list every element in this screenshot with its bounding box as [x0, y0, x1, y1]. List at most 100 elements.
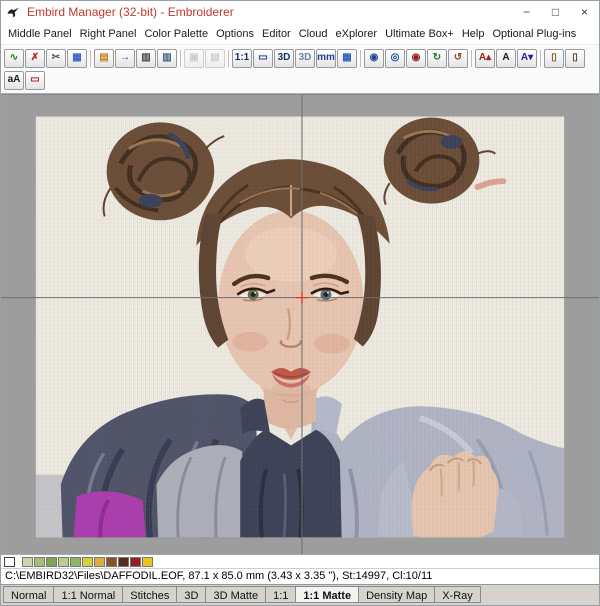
toolbar-group-misc: ▯▯ [544, 49, 585, 68]
palette-cell-empty[interactable] [4, 557, 15, 567]
view-3d-plus-icon[interactable]: 3D [295, 49, 315, 68]
menu-ultimate-box[interactable]: Ultimate Box+ [381, 26, 458, 42]
tab-1-1[interactable]: 1:1 [265, 586, 296, 603]
tool-glyph: ▯ [572, 53, 578, 63]
font-larger-icon[interactable]: A▴ [475, 49, 495, 68]
rotate-design-icon[interactable]: ↺ [448, 49, 468, 68]
tab-x-ray[interactable]: X-Ray [434, 586, 481, 603]
notes-icon[interactable]: ▯ [544, 49, 564, 68]
tool-glyph: ∿ [10, 53, 18, 63]
thread-color-6[interactable] [82, 557, 93, 567]
tab-normal[interactable]: Normal [3, 586, 54, 603]
close-button[interactable]: × [570, 1, 599, 23]
thread-color-5[interactable] [70, 557, 81, 567]
grid-icon[interactable]: ▦ [337, 49, 357, 68]
tool-glyph: ◉ [370, 53, 379, 63]
thread-color-11[interactable] [142, 557, 153, 567]
minimize-button[interactable]: − [512, 1, 541, 23]
cut-design-icon[interactable]: ✂ [46, 49, 66, 68]
export-design-icon[interactable]: → [115, 49, 135, 68]
redraw-icon[interactable]: ↻ [427, 49, 447, 68]
thread-color-9[interactable] [118, 557, 129, 567]
thread-color-3[interactable] [46, 557, 57, 567]
tab-1-1-matte[interactable]: 1:1 Matte [295, 586, 359, 603]
tool-glyph: ▥ [141, 53, 150, 63]
thread-color-1[interactable] [22, 557, 33, 567]
status-bar: C:\EMBIRD32\Files\DAFFODIL.EOF, 87.1 x 8… [1, 568, 599, 584]
tool-glyph: ↺ [454, 53, 462, 63]
toolbar-group-display: ◉ ◎ ◉ ↻ ↺ [364, 49, 468, 68]
menu-editor[interactable]: Editor [258, 26, 295, 42]
tool-glyph: mm [317, 53, 335, 63]
show-jump-stitches-icon[interactable]: ◎ [385, 49, 405, 68]
view-tabs: Normal 1:1 Normal Stitches 3D 3D Matte 1… [1, 584, 599, 605]
tab-3d[interactable]: 3D [176, 586, 206, 603]
toolbar-group-design: ∿ ✗ ✂ ▦ [4, 49, 87, 68]
print-catalog-icon[interactable]: ▥ [157, 49, 177, 68]
tool-glyph: 3D [278, 53, 291, 63]
tool-glyph: → [120, 53, 130, 63]
thread-color-7[interactable] [94, 557, 105, 567]
show-thread-ends-icon[interactable]: ◉ [406, 49, 426, 68]
toolbar-group-text: A▴ A A▾ [475, 49, 537, 68]
tool-glyph: ◎ [391, 53, 400, 63]
letter-case-icon[interactable]: aA [4, 71, 24, 90]
tab-3d-matte[interactable]: 3D Matte [205, 586, 266, 603]
embird-logo-icon [6, 5, 22, 19]
tool-glyph: ◉ [412, 53, 421, 63]
toolbar-separator [471, 50, 472, 67]
tool-glyph: A▴ [479, 53, 491, 63]
tab-1-1-normal[interactable]: 1:1 Normal [53, 586, 123, 603]
tool-glyph: ▤ [210, 53, 219, 63]
fit-to-screen-icon[interactable]: ▭ [253, 49, 273, 68]
menu-right-panel[interactable]: Right Panel [76, 26, 141, 42]
paste-icon[interactable]: ▤ [205, 49, 225, 68]
menu-explorer[interactable]: eXplorer [331, 26, 381, 42]
menu-cloud[interactable]: Cloud [295, 26, 332, 42]
font-icon[interactable]: A [496, 49, 516, 68]
tool-glyph: aA [8, 75, 21, 85]
thread-color-4[interactable] [58, 557, 69, 567]
tab-stitches[interactable]: Stitches [122, 586, 177, 603]
stitch-waves-icon[interactable]: ∿ [4, 49, 24, 68]
toolbar-group-file: ▤ → ▥ ▥ [94, 49, 177, 68]
toolbar-separator [540, 50, 541, 67]
menu-middle-panel[interactable]: Middle Panel [4, 26, 76, 42]
toolbar-row-2: aA ▭ [4, 69, 596, 91]
toolbar-separator [90, 50, 91, 67]
delete-design-icon[interactable]: ✗ [25, 49, 45, 68]
print-icon[interactable]: ▥ [136, 49, 156, 68]
thread-color-10[interactable] [130, 557, 141, 567]
show-stitch-points-icon[interactable]: ◉ [364, 49, 384, 68]
toolbar-group-view: 1:1▭3D3Dmm▦ [232, 49, 357, 68]
grid-mm-icon[interactable]: mm [316, 49, 336, 68]
hoop-icon[interactable]: ▭ [25, 71, 45, 90]
toolbar-group-clipboard: ▣▤ [184, 49, 225, 68]
toolbar-row-1: ∿✗✂▦ ▤→▥▥ ▣▤ 1:1▭3D3Dmm▦ ◉◎◉↻↺ A▴AA▾ [4, 47, 596, 69]
status-text: C:\EMBIRD32\Files\DAFFODIL.EOF, 87.1 x 8… [5, 570, 432, 582]
maximize-button[interactable]: □ [541, 1, 570, 23]
menu-color-palette[interactable]: Color Palette [140, 26, 212, 42]
tool-glyph: ▦ [72, 53, 81, 63]
toolbar-group-font: aA ▭ [4, 71, 45, 90]
copy-icon[interactable]: ▣ [184, 49, 204, 68]
menu-options[interactable]: Options [212, 26, 258, 42]
toolbar-separator [228, 50, 229, 67]
open-design-icon[interactable]: ▤ [94, 49, 114, 68]
tool-glyph: ✗ [31, 53, 39, 63]
design-colors-icon[interactable]: ▦ [67, 49, 87, 68]
thread-color-8[interactable] [106, 557, 117, 567]
menu-help[interactable]: Help [458, 26, 489, 42]
portrait-design [36, 117, 564, 546]
thread-color-2[interactable] [34, 557, 45, 567]
font-smaller-icon[interactable]: A▾ [517, 49, 537, 68]
view-3d-icon[interactable]: 3D [274, 49, 294, 68]
window-title: Embird Manager (32-bit) - Embroiderer [27, 5, 512, 19]
tool-glyph: A [502, 53, 509, 63]
window-controls: − □ × [512, 1, 599, 23]
design-canvas[interactable] [1, 94, 599, 554]
zoom-1-1-icon[interactable]: 1:1 [232, 49, 252, 68]
tab-density-map[interactable]: Density Map [358, 586, 435, 603]
menu-optional-plugins[interactable]: Optional Plug-ins [488, 26, 580, 42]
package-icon[interactable]: ▯ [565, 49, 585, 68]
